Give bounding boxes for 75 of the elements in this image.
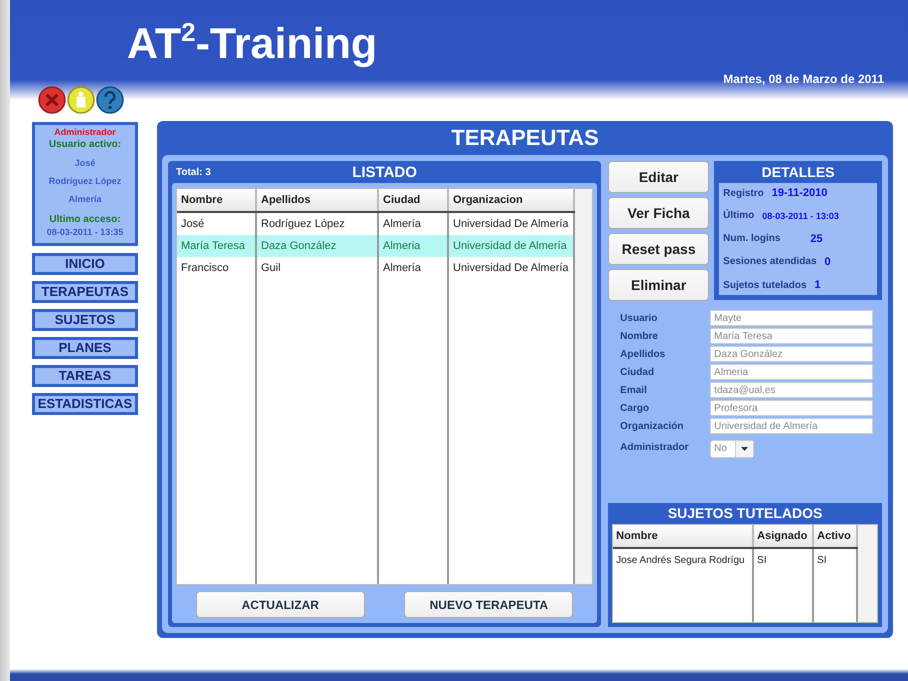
action-button[interactable]: Editar [608,161,710,193]
detail-label: Sujetos tutelados [723,280,807,290]
input-field[interactable]: Almeria [710,364,874,380]
column-header[interactable]: Asignado [753,525,814,548]
table-cell: Guil [256,257,378,279]
table-cell: Almeria [378,235,448,257]
column-header[interactable]: Activo [813,525,858,548]
column-header[interactable]: Ciudad [378,189,448,212]
column-header[interactable]: Nombre [613,525,754,548]
field-label: Apellidos [620,348,666,360]
last-access-value: 08-03-2011 - 13:35 [46,227,124,237]
input-field[interactable]: María Teresa [710,328,874,344]
table-cell: Daza González [256,235,378,257]
tutored-title: SUJETOS TUTELADOS [666,504,824,523]
app-title: AT$^{2}$-Training [127,18,378,70]
refresh-button[interactable]: ACTUALIZAR [196,591,365,618]
table-cell: Jose Andrés Segura Rodrígu [613,548,754,571]
nav-button[interactable]: SUJETOS [32,309,138,331]
field-label: Administrador [620,442,690,452]
detail-value: 08-03-2011 - 13:03 [762,210,839,221]
field-label: Organización [620,420,685,432]
column-header[interactable]: Apellidos [256,189,378,212]
user-city: Almería [68,194,102,204]
action-button[interactable]: Ver Ficha [608,197,710,229]
detail-value: 19-11-2010 [772,187,828,199]
nav-button[interactable]: INICIO [32,253,138,275]
field-label: Usuario [620,312,658,324]
detail-label: Sesiones atendidas [723,256,817,268]
admin-dropdown[interactable]: No [710,440,754,458]
table-row[interactable]: María Teresa Daza González Almeria Universidad de Almería [177,235,574,257]
action-button[interactable]: Reset pass [608,233,710,265]
help-icon[interactable] [96,86,124,114]
table-cell: SI [753,548,814,571]
list-title: LISTADO [351,164,418,180]
role-label: Administrador [54,127,116,137]
table-cell: María Teresa [177,235,256,257]
panel-title: TERAPEUTAS [450,124,600,152]
nav-button[interactable]: PLANES [32,337,138,359]
detail-label: Registro [723,188,764,198]
field-label: Ciudad [620,366,656,378]
new-button[interactable]: NUEVO TERAPEUTA [404,591,574,618]
total-label: Total: 3 [175,166,211,178]
field-label: Email [620,384,648,396]
table-cell: Almería [378,257,448,279]
last-access-label: Ultimo acceso: [49,214,121,225]
active-user-label: Usuario activo: [48,139,122,150]
table-cell: SI [813,548,858,571]
table-cell: Universidad de Almería [448,235,574,257]
details-title: DETALLES [760,163,836,182]
input-field[interactable]: Universidad de Almería [710,418,874,434]
nav-button[interactable]: ESTADISTICAS [32,393,138,415]
close-icon[interactable] [38,86,66,114]
detail-label: Último [723,210,754,222]
table-cell: Universidad De Almería [448,257,574,279]
field-label: Cargo [620,402,650,414]
table-row[interactable]: Francisco Guil Almería Universidad De Almería [177,257,574,279]
input-field[interactable]: Profesora [710,400,874,416]
input-field[interactable]: Daza González [710,346,874,362]
nav-button[interactable]: TERAPEUTAS [32,281,138,303]
nav-button[interactable]: TAREAS [32,365,138,387]
user-first-name: José [74,158,96,168]
caret-icon [741,447,748,451]
column-header[interactable]: Nombre [177,189,256,212]
field-label: Nombre [620,330,659,342]
detail-value: 25 [810,232,823,244]
column-header[interactable]: Organizacion [448,189,574,212]
user-last-name: Rodríguez López [48,176,122,186]
input-field[interactable]: tdaza@ual.es [710,382,874,398]
table-cell: Francisco [177,257,256,279]
action-button[interactable]: Eliminar [608,269,710,301]
date-label: Martes, 08 de Marzo de 2011 [723,72,884,86]
input-field[interactable]: Mayte [710,310,874,326]
detail-value: 1 [814,279,821,291]
detail-label: Num. logins [723,233,780,244]
detail-value: 0 [824,256,831,268]
